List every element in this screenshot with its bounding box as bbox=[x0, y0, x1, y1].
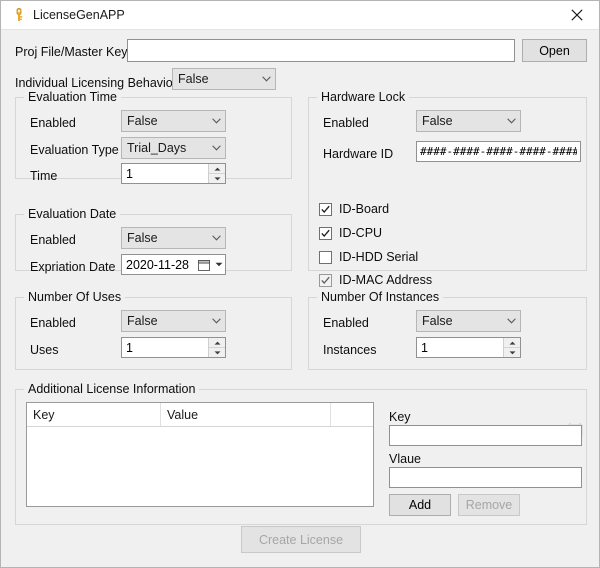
eval-time-label: Time bbox=[30, 169, 58, 183]
eval-type-combobox[interactable]: Trial_Days bbox=[121, 137, 226, 159]
checkbox-label: ID-HDD Serial bbox=[339, 250, 419, 264]
instances-label: Instances bbox=[323, 343, 377, 357]
uses-stepper[interactable]: 1 bbox=[121, 337, 226, 358]
value-input[interactable] bbox=[389, 467, 582, 488]
eval-time-enabled-combobox[interactable]: False bbox=[121, 110, 226, 132]
expiration-date-label: Expriation Date bbox=[30, 260, 116, 274]
hardware-enabled-value: False bbox=[422, 114, 453, 128]
checkbox-label: ID-Board bbox=[339, 202, 390, 216]
group-frame bbox=[308, 297, 587, 370]
title-bar: LicenseGenAPP bbox=[1, 1, 599, 30]
column-header-value[interactable]: Value bbox=[161, 403, 331, 426]
check-icon bbox=[321, 276, 330, 284]
uses-label: Uses bbox=[30, 343, 59, 357]
eval-type-value: Trial_Days bbox=[127, 141, 187, 155]
app-window: LicenseGenAPP Proj File/Master Key Open … bbox=[0, 0, 600, 568]
expiration-date-value: 2020-11-28 bbox=[126, 257, 190, 272]
individual-licensing-combobox[interactable]: False bbox=[172, 68, 276, 90]
grid-header-row: Key Value bbox=[27, 403, 373, 427]
eval-type-label: Evaluation Type bbox=[30, 143, 119, 157]
uses-value: 1 bbox=[126, 340, 133, 355]
instances-enabled-value: False bbox=[422, 314, 453, 328]
chevron-down-icon bbox=[208, 318, 225, 324]
hardware-id-label: Hardware ID bbox=[323, 147, 394, 161]
eval-time-value: 1 bbox=[126, 166, 133, 181]
eval-date-enabled-combobox[interactable]: False bbox=[121, 227, 226, 249]
group-title: Additional License Information bbox=[24, 382, 200, 396]
chevron-down-icon bbox=[208, 145, 225, 151]
key-icon bbox=[11, 7, 27, 23]
checkbox-box bbox=[319, 250, 332, 264]
group-title: Evaluation Date bbox=[24, 207, 121, 221]
chevron-down-icon bbox=[208, 118, 225, 124]
checkbox-label: ID-MAC Address bbox=[339, 273, 433, 287]
open-button[interactable]: Open bbox=[522, 39, 587, 62]
checkbox-box bbox=[319, 226, 332, 240]
hardware-enabled-label: Enabled bbox=[323, 116, 369, 130]
instances-value: 1 bbox=[421, 340, 428, 355]
instances-stepper[interactable]: 1 bbox=[416, 337, 521, 358]
create-license-button: Create License bbox=[241, 526, 361, 553]
remove-button: Remove bbox=[458, 494, 520, 516]
column-header-key[interactable]: Key bbox=[27, 403, 161, 426]
group-title: Number Of Instances bbox=[317, 290, 444, 304]
checkbox-box bbox=[319, 273, 332, 287]
group-title: Number Of Uses bbox=[24, 290, 126, 304]
checkbox-box bbox=[319, 202, 332, 216]
hardware-enabled-combobox[interactable]: False bbox=[416, 110, 521, 132]
client-area: Proj File/Master Key Open Individual Lic… bbox=[1, 30, 599, 567]
stepper-down-icon[interactable] bbox=[209, 174, 225, 183]
key-field-label: Key bbox=[389, 410, 411, 424]
chevron-down-icon bbox=[503, 318, 520, 324]
eval-time-stepper[interactable]: 1 bbox=[121, 163, 226, 184]
proj-file-label: Proj File/Master Key bbox=[15, 45, 128, 59]
group-title: Evaluation Time bbox=[24, 90, 121, 104]
stepper-up-icon[interactable] bbox=[209, 338, 225, 348]
value-field-label: Vlaue bbox=[389, 452, 421, 466]
eval-date-enabled-label: Enabled bbox=[30, 233, 76, 247]
group-title: Hardware Lock bbox=[317, 90, 410, 104]
instances-enabled-label: Enabled bbox=[323, 316, 369, 330]
stepper-buttons bbox=[503, 338, 520, 357]
group-frame bbox=[15, 297, 292, 370]
calendar-icon bbox=[196, 259, 212, 271]
instances-enabled-combobox[interactable]: False bbox=[416, 310, 521, 332]
close-icon[interactable] bbox=[554, 1, 599, 29]
uses-enabled-value: False bbox=[127, 314, 158, 328]
stepper-down-icon[interactable] bbox=[209, 348, 225, 357]
chevron-down-icon[interactable] bbox=[212, 262, 225, 267]
individual-licensing-label: Individual Licensing Behaviour bbox=[15, 76, 184, 90]
stepper-down-icon[interactable] bbox=[504, 348, 520, 357]
add-button[interactable]: Add bbox=[389, 494, 451, 516]
check-icon bbox=[321, 229, 330, 237]
checkbox-label: ID-CPU bbox=[339, 226, 383, 240]
chevron-down-icon bbox=[503, 118, 520, 124]
stepper-up-icon[interactable] bbox=[504, 338, 520, 348]
checkbox-id-hdd-serial[interactable]: ID-HDD Serial bbox=[319, 250, 418, 264]
chevron-down-icon bbox=[208, 235, 225, 241]
proj-file-input[interactable] bbox=[127, 39, 515, 62]
uses-enabled-label: Enabled bbox=[30, 316, 76, 330]
eval-time-enabled-label: Enabled bbox=[30, 116, 76, 130]
chevron-down-icon bbox=[258, 76, 275, 82]
expiration-date-picker[interactable]: 2020-11-28 bbox=[121, 254, 226, 275]
eval-time-enabled-value: False bbox=[127, 114, 158, 128]
hardware-id-input[interactable] bbox=[416, 141, 581, 162]
checkbox-id-cpu[interactable]: ID-CPU bbox=[319, 226, 382, 240]
individual-licensing-value: False bbox=[178, 72, 209, 86]
check-icon bbox=[321, 205, 330, 213]
checkbox-id-board[interactable]: ID-Board bbox=[319, 202, 389, 216]
stepper-buttons bbox=[208, 164, 225, 183]
column-header-filler[interactable] bbox=[331, 403, 373, 426]
key-input[interactable] bbox=[389, 425, 582, 446]
eval-date-enabled-value: False bbox=[127, 231, 158, 245]
checkbox-id-mac-address[interactable]: ID-MAC Address bbox=[319, 273, 432, 287]
stepper-buttons bbox=[208, 338, 225, 357]
additional-info-grid[interactable]: Key Value bbox=[26, 402, 374, 507]
window-title: LicenseGenAPP bbox=[33, 8, 125, 22]
uses-enabled-combobox[interactable]: False bbox=[121, 310, 226, 332]
stepper-up-icon[interactable] bbox=[209, 164, 225, 174]
